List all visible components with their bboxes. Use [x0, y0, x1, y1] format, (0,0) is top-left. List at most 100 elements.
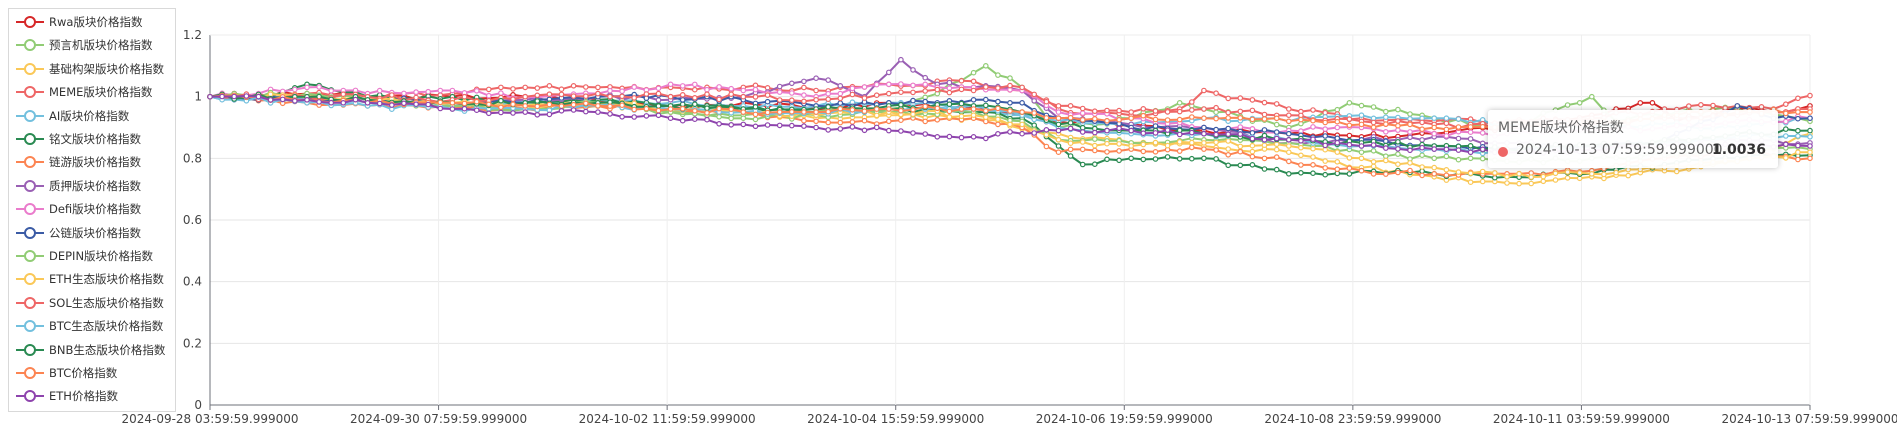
data-point[interactable]: [1092, 116, 1098, 122]
data-point[interactable]: [764, 98, 771, 105]
data-point[interactable]: [1443, 153, 1450, 160]
data-point[interactable]: [813, 124, 819, 131]
data-point[interactable]: [1601, 171, 1607, 178]
data-point[interactable]: [582, 93, 589, 100]
data-point[interactable]: [1795, 142, 1801, 149]
data-point[interactable]: [679, 105, 686, 112]
data-point[interactable]: [1116, 125, 1122, 132]
data-point[interactable]: [885, 118, 892, 125]
data-point[interactable]: [837, 100, 844, 106]
data-point[interactable]: [1164, 142, 1171, 149]
data-point[interactable]: [1055, 115, 1062, 122]
data-point[interactable]: [352, 96, 359, 103]
data-point[interactable]: [1467, 124, 1474, 130]
data-point[interactable]: [982, 108, 989, 114]
data-point[interactable]: [1031, 122, 1038, 129]
data-point[interactable]: [1443, 115, 1450, 122]
data-point[interactable]: [522, 109, 529, 115]
data-point[interactable]: [1067, 146, 1074, 153]
data-point[interactable]: [813, 118, 819, 125]
data-point[interactable]: [995, 131, 1001, 137]
data-point[interactable]: [534, 103, 541, 110]
data-point[interactable]: [1225, 131, 1232, 138]
data-point[interactable]: [485, 86, 492, 93]
data-point[interactable]: [837, 105, 844, 112]
data-point[interactable]: [898, 81, 904, 87]
data-point[interactable]: [1273, 101, 1280, 107]
data-point[interactable]: [1225, 152, 1232, 158]
data-point[interactable]: [1431, 164, 1438, 171]
data-point[interactable]: [885, 127, 892, 134]
data-point[interactable]: [922, 103, 929, 110]
data-point[interactable]: [1176, 131, 1183, 138]
data-point[interactable]: [461, 105, 468, 112]
data-point[interactable]: [1358, 143, 1365, 149]
data-point[interactable]: [934, 134, 941, 140]
data-point[interactable]: [1176, 148, 1183, 154]
data-point[interactable]: [728, 122, 735, 128]
data-point[interactable]: [1128, 115, 1135, 122]
data-point[interactable]: [1479, 168, 1486, 175]
data-point[interactable]: [1031, 98, 1038, 104]
data-point[interactable]: [873, 81, 880, 88]
data-point[interactable]: [752, 123, 759, 130]
data-point[interactable]: [1455, 124, 1462, 130]
data-point[interactable]: [910, 82, 916, 89]
data-point[interactable]: [849, 91, 856, 98]
data-point[interactable]: [825, 119, 832, 126]
data-point[interactable]: [873, 112, 880, 119]
data-point[interactable]: [1358, 149, 1365, 156]
data-point[interactable]: [679, 117, 686, 124]
data-point[interactable]: [1334, 139, 1341, 146]
data-point[interactable]: [1443, 120, 1450, 127]
data-point[interactable]: [1261, 116, 1268, 122]
data-point[interactable]: [837, 119, 844, 126]
data-point[interactable]: [861, 127, 868, 134]
data-point[interactable]: [910, 97, 916, 104]
data-point[interactable]: [1249, 116, 1256, 123]
data-point[interactable]: [946, 108, 953, 115]
data-point[interactable]: [1043, 98, 1050, 105]
data-point[interactable]: [1164, 127, 1171, 133]
data-point[interactable]: [970, 78, 977, 85]
data-point[interactable]: [1201, 87, 1207, 94]
data-point[interactable]: [1019, 109, 1025, 115]
data-point[interactable]: [970, 112, 977, 119]
data-point[interactable]: [1286, 158, 1292, 165]
data-point[interactable]: [910, 89, 916, 96]
data-point[interactable]: [1116, 148, 1122, 154]
data-point[interactable]: [1395, 122, 1401, 129]
data-point[interactable]: [1128, 143, 1135, 149]
data-point[interactable]: [1055, 121, 1062, 128]
data-point[interactable]: [1625, 166, 1632, 173]
data-point[interactable]: [1552, 170, 1559, 177]
data-point[interactable]: [1261, 137, 1268, 143]
data-point[interactable]: [1104, 140, 1110, 147]
data-point[interactable]: [1407, 167, 1413, 174]
data-point[interactable]: [1710, 102, 1716, 109]
data-point[interactable]: [1043, 127, 1050, 133]
data-point[interactable]: [291, 86, 298, 93]
data-point[interactable]: [534, 85, 541, 91]
data-point[interactable]: [1346, 165, 1353, 172]
data-point[interactable]: [958, 134, 965, 141]
data-point[interactable]: [740, 115, 747, 122]
data-point[interactable]: [582, 108, 589, 115]
data-point[interactable]: [473, 98, 480, 105]
data-point[interactable]: [1176, 116, 1183, 123]
data-point[interactable]: [582, 84, 589, 90]
data-point[interactable]: [1370, 148, 1377, 154]
data-point[interactable]: [922, 81, 929, 88]
data-point[interactable]: [1092, 161, 1098, 168]
data-point[interactable]: [1067, 140, 1074, 147]
data-point[interactable]: [752, 116, 759, 123]
data-point[interactable]: [898, 102, 904, 108]
data-point[interactable]: [607, 93, 613, 100]
data-point[interactable]: [1395, 127, 1401, 133]
data-point[interactable]: [1407, 160, 1413, 166]
data-point[interactable]: [401, 100, 407, 107]
data-point[interactable]: [1201, 155, 1207, 162]
data-point[interactable]: [837, 90, 844, 97]
data-point[interactable]: [1249, 153, 1256, 160]
data-point[interactable]: [1395, 146, 1401, 152]
